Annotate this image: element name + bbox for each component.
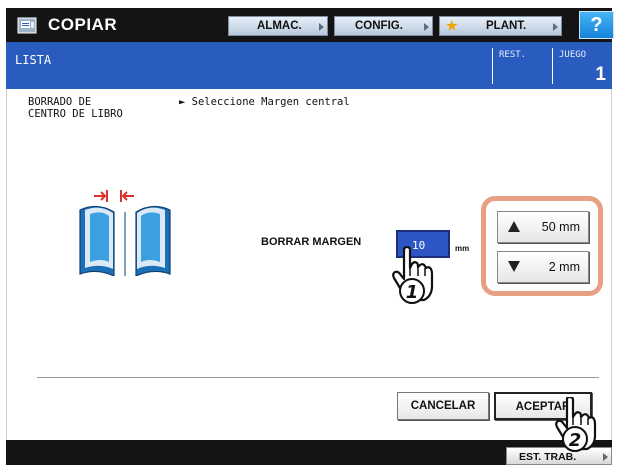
config-button[interactable]: CONFIG. — [334, 16, 433, 36]
app-title: COPIAR — [48, 15, 118, 34]
juego-value: 1 — [595, 64, 606, 85]
decrease-button[interactable]: 2 mm — [497, 251, 589, 283]
triangle-down-icon — [508, 261, 520, 272]
chevron-right-icon — [603, 453, 608, 461]
cancel-button[interactable]: CANCELAR — [397, 392, 489, 420]
status-text: LISTA — [15, 53, 52, 67]
callout-1: 1 — [406, 282, 419, 303]
chevron-right-icon — [424, 23, 429, 31]
callout-2: 2 — [569, 430, 582, 451]
margin-label: BORRAR MARGEN — [261, 236, 362, 248]
decrease-label: 2 mm — [548, 260, 580, 274]
almac-button[interactable]: ALMAC. — [228, 16, 328, 36]
plant-button[interactable]: ★ PLANT. — [439, 16, 562, 36]
function-name: BORRADO DE CENTRO DE LIBRO — [28, 96, 123, 120]
chevron-right-icon — [319, 23, 324, 31]
function-name-line1: BORRADO DE — [28, 96, 92, 108]
increase-label: 50 mm — [541, 220, 580, 234]
margin-unit: mm — [455, 244, 470, 253]
hand-pointer-icon: 2 — [555, 397, 597, 452]
juego-counter: JUEGO 1 — [552, 48, 610, 85]
rest-label: REST. — [499, 50, 527, 60]
hand-pointer-icon: 1 — [392, 246, 434, 304]
bottom-bar: EST. TRAB. — [6, 440, 612, 465]
juego-label: JUEGO — [559, 50, 587, 60]
function-name-line2: CENTRO DE LIBRO — [28, 108, 123, 120]
book-center-erase-icon — [79, 190, 171, 276]
divider — [37, 377, 599, 378]
title-bar: COPIAR ALMAC. CONFIG. ★ PLANT. ? — [6, 8, 614, 42]
almac-label: ALMAC. — [257, 20, 302, 32]
triangle-up-icon — [508, 221, 520, 232]
margin-stepper: 50 mm 2 mm — [481, 196, 603, 296]
star-icon: ★ — [446, 18, 458, 33]
rest-counter: REST. — [492, 48, 552, 84]
copier-icon — [17, 17, 37, 34]
config-label: CONFIG. — [355, 20, 403, 32]
help-button[interactable]: ? — [579, 11, 614, 39]
plant-label: PLANT. — [486, 20, 527, 32]
increase-button[interactable]: 50 mm — [497, 211, 589, 243]
status-bar: LISTA REST. JUEGO 1 — [6, 42, 612, 89]
chevron-right-icon — [553, 23, 558, 31]
instruction-text: ► Seleccione Margen central — [179, 96, 350, 108]
